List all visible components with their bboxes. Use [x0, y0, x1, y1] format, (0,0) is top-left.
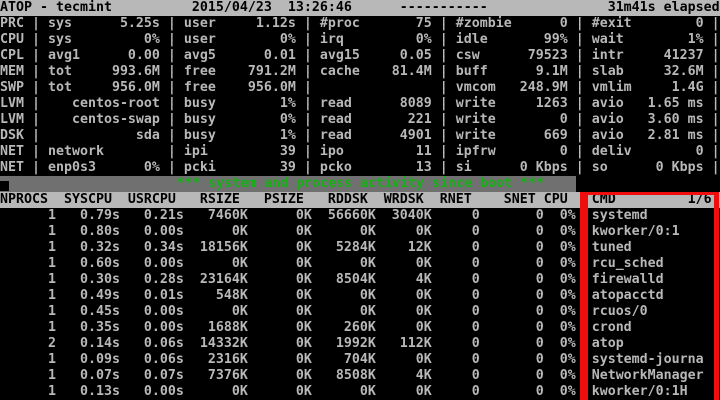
system-line-swp: SWP | tot 956.0M | free 956.0M | | vmcom… — [0, 80, 720, 96]
banner-row: *** system and process activity since bo… — [0, 176, 720, 192]
system-line-net: NET | network | ipi 39 | ipo 11 | ipfrw … — [0, 144, 720, 160]
process-row: 1 0.80s 0.00s 0K 0K 0K 0K 0 0 0% kworker… — [0, 224, 720, 240]
system-line-mem: MEM | tot 993.6M | free 791.2M | cache 8… — [0, 64, 720, 80]
process-row: 1 0.09s 0.06s 2316K 0K 704K 0K 0 0 0% sy… — [0, 352, 720, 368]
process-row: 1 0.13s 0.00s 0K 0K 0K 0K 0 0 0% kworker… — [0, 384, 720, 400]
banner-text: *** system and process activity since bo… — [176, 176, 544, 192]
process-row: 1 0.79s 0.21s 7460K 0K 56660K 3040K 0 0 … — [0, 208, 720, 224]
process-row: 1 0.35s 0.00s 1688K 0K 260K 0K 0 0 0% cr… — [0, 320, 720, 336]
process-row: 1 0.45s 0.00s 0K 0K 0K 0K 0 0 0% rcuos/0 — [0, 304, 720, 320]
atop-terminal-screen: ATOP - tecmint 2015/04/23 13:26:46 -----… — [0, 0, 720, 400]
process-row: 1 0.07s 0.07s 7376K 0K 8508K 4K 0 0 0% N… — [0, 368, 720, 384]
system-line-dsk: DSK | sda | busy 1% | read 4901 | write … — [0, 128, 720, 144]
process-row: 1 0.32s 0.34s 18156K 0K 5284K 12K 0 0 0%… — [0, 240, 720, 256]
system-line-lvm: LVM | centos-root | busy 1% | read 8089 … — [0, 96, 720, 112]
process-row: 2 0.14s 0.06s 14332K 0K 1992K 112K 0 0 0… — [0, 336, 720, 352]
process-row: 1 0.49s 0.01s 548K 0K 0K 0K 0 0 0% atopa… — [0, 288, 720, 304]
system-stats-panel: PRC | sys 5.25s | user 1.12s | #proc 75 … — [0, 16, 720, 176]
title-bar: ATOP - tecmint 2015/04/23 13:26:46 -----… — [0, 0, 720, 16]
system-line-net: NET | enp0s3 0% | pcki 39 | pcko 13 | si… — [0, 160, 720, 176]
system-line-prc: PRC | sys 5.25s | user 1.12s | #proc 75 … — [0, 16, 720, 32]
terminal-cursor — [0, 181, 9, 191]
process-row: 1 0.30s 0.28s 23164K 0K 8504K 4K 0 0 0% … — [0, 272, 720, 288]
system-line-cpu: CPU | sys 0% | user 0% | irq 0% | idle 9… — [0, 32, 720, 48]
process-table-body: 1 0.79s 0.21s 7460K 0K 56660K 3040K 0 0 … — [0, 208, 720, 400]
system-line-lvm: LVM | centos-swap | busy 0% | read 221 |… — [0, 112, 720, 128]
process-table-header: NPROCS SYSCPU USRCPU RSIZE PSIZE RDDSK W… — [0, 192, 720, 208]
system-line-cpl: CPL | avg1 0.00 | avg5 0.01 | avg15 0.05… — [0, 48, 720, 64]
process-row: 1 0.60s 0.00s 0K 0K 0K 0K 0 0 0% rcu_sch… — [0, 256, 720, 272]
